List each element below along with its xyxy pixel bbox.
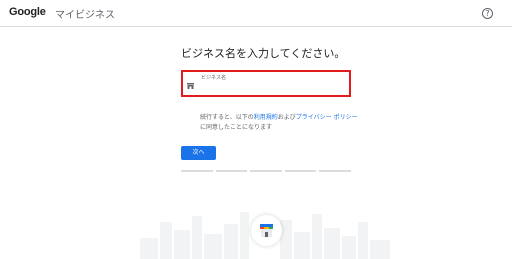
storefront-icon xyxy=(260,224,273,237)
business-name-label: ビジネス名 xyxy=(201,75,227,81)
terms-of-service-link[interactable]: 利用規約 xyxy=(254,114,278,121)
privacy-policy-link[interactable]: プライバシー ポリシー xyxy=(296,114,358,121)
product-name: マイビジネス xyxy=(55,10,115,21)
next-button[interactable]: 次へ xyxy=(181,146,216,160)
logo-text: Google xyxy=(9,6,46,18)
page-title: ビジネス名を入力してください。 xyxy=(181,47,346,60)
progress-indicator xyxy=(181,170,351,172)
progress-step xyxy=(181,170,213,172)
business-name-field[interactable]: ビジネス名 xyxy=(181,70,351,97)
terms-suffix: に同意したことになります xyxy=(200,124,273,131)
progress-step xyxy=(319,170,351,172)
progress-step xyxy=(250,170,282,172)
progress-step xyxy=(215,170,248,172)
business-name-input[interactable] xyxy=(201,81,341,93)
help-icon[interactable]: ? xyxy=(482,8,493,19)
terms-text: 続行すると、以下の利用規約およびプライバシー ポリシーに同意したことになります xyxy=(200,113,360,133)
storefront-illustration xyxy=(251,215,282,246)
google-logo[interactable]: Google xyxy=(9,6,46,18)
terms-middle: および xyxy=(277,114,296,121)
progress-step xyxy=(284,170,317,172)
storefront-icon xyxy=(187,83,194,89)
terms-prefix: 続行すると、以下の xyxy=(200,114,254,121)
top-bar: Google マイビジネス ? xyxy=(0,0,512,27)
